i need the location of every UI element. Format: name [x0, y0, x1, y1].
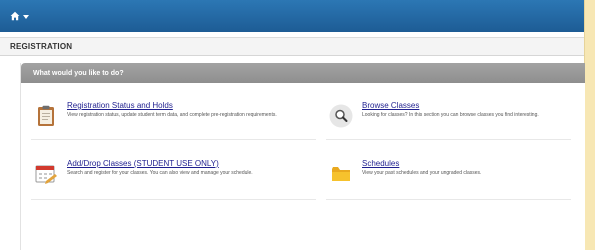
page-title: REGISTRATION: [10, 42, 73, 51]
panel-header: What would you like to do?: [21, 63, 585, 83]
divider: [326, 139, 571, 140]
browse-classes-description: Looking for classes? In this section you…: [362, 112, 539, 118]
home-menu-button[interactable]: [10, 11, 29, 21]
calendar-icon: [31, 159, 61, 189]
options-panel: What would you like to do? Registration …: [20, 63, 585, 250]
folder-icon: [326, 159, 356, 189]
page-title-bar: REGISTRATION: [0, 37, 584, 56]
divider: [31, 139, 316, 140]
app-window: REGISTRATION What would you like to do? …: [0, 0, 585, 250]
add-drop-classes-link[interactable]: Add/Drop Classes (STUDENT USE ONLY): [67, 159, 253, 169]
divider: [31, 199, 316, 200]
registration-status-holds-link[interactable]: Registration Status and Holds: [67, 101, 277, 111]
add-drop-classes-description: Search and register for your classes. Yo…: [67, 170, 253, 176]
magnifier-icon: [326, 101, 356, 131]
schedules-link[interactable]: Schedules: [362, 159, 481, 169]
add-drop-classes-option[interactable]: Add/Drop Classes (STUDENT USE ONLY) Sear…: [31, 159, 253, 189]
browse-classes-link[interactable]: Browse Classes: [362, 101, 539, 111]
clipboard-icon: [31, 101, 61, 131]
home-icon: [10, 11, 20, 21]
registration-status-holds-description: View registration status, update student…: [67, 112, 277, 118]
registration-status-holds-option[interactable]: Registration Status and Holds View regis…: [31, 101, 277, 131]
top-nav-bar: [0, 0, 584, 32]
chevron-down-icon: [23, 14, 29, 19]
panel-heading: What would you like to do?: [33, 69, 124, 77]
browse-classes-option[interactable]: Browse Classes Looking for classes? In t…: [326, 101, 539, 131]
schedules-description: View your past schedules and your ungrad…: [362, 170, 482, 176]
schedules-option[interactable]: Schedules View your past schedules and y…: [326, 159, 481, 189]
divider: [326, 199, 571, 200]
